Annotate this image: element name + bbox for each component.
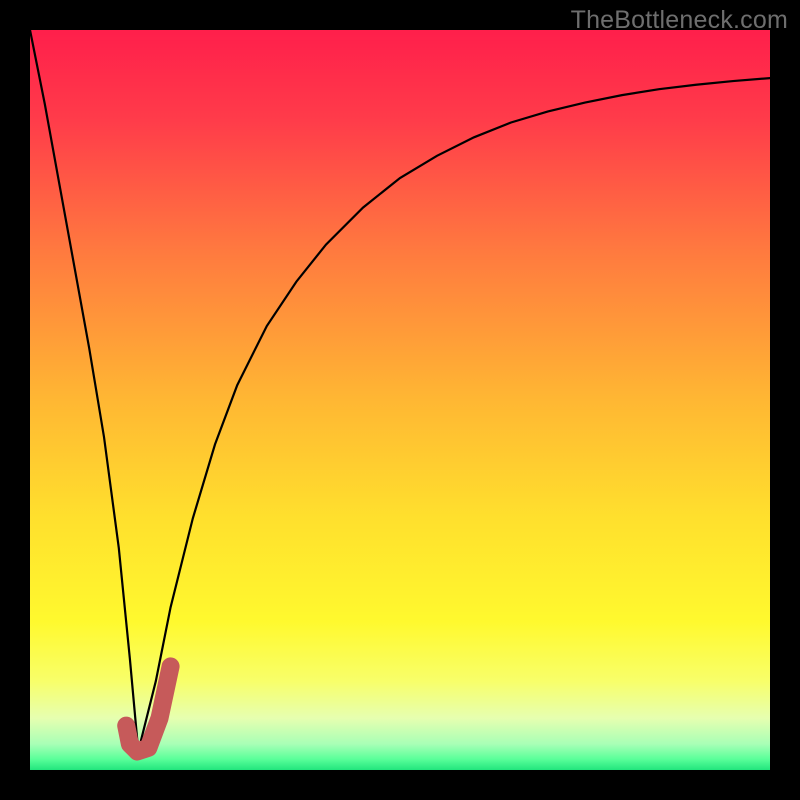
curve-left-branch	[30, 30, 137, 740]
curves-layer	[30, 30, 770, 770]
watermark-text: TheBottleneck.com	[571, 6, 788, 35]
plot-area	[30, 30, 770, 770]
curve-right-branch	[141, 78, 770, 740]
chart-frame: TheBottleneck.com	[0, 0, 800, 800]
